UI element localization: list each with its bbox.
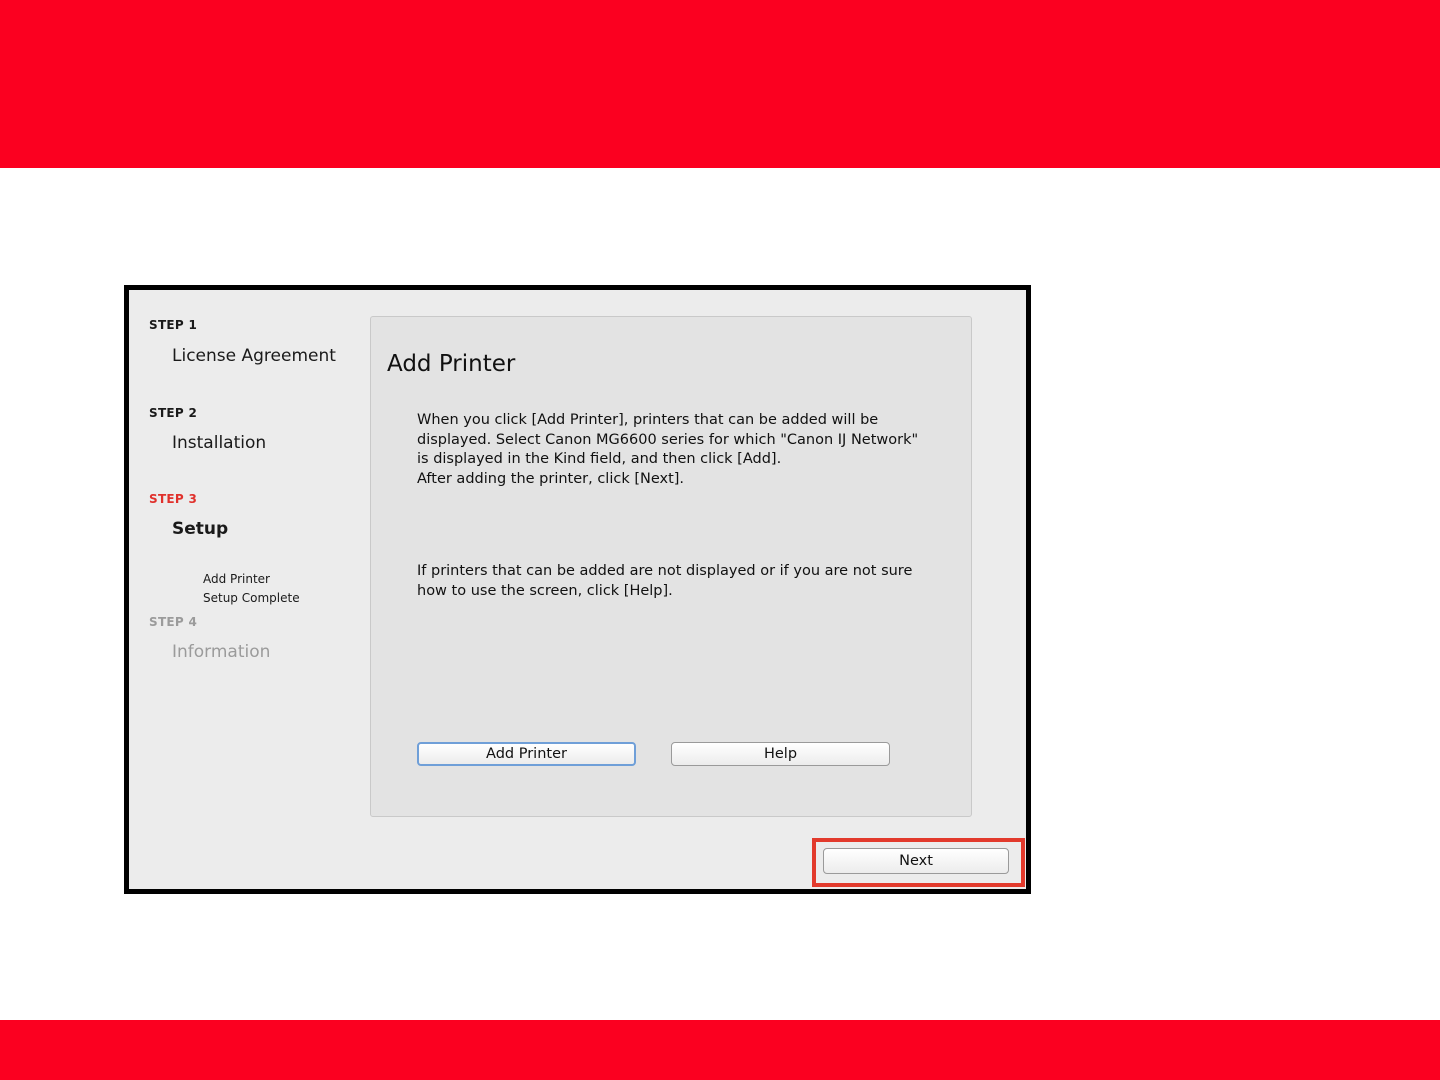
step-2-title: Installation	[172, 433, 267, 453]
step-3-title: Setup	[172, 519, 229, 539]
installer-window: STEP 1 License Agreement STEP 2 Installa…	[124, 285, 1031, 894]
help-paragraph: If printers that can be added are not di…	[417, 562, 937, 601]
next-button[interactable]: Next	[823, 848, 1009, 874]
step-1-label: STEP 1	[149, 318, 198, 332]
content-panel: Add Printer When you click [Add Printer]…	[370, 316, 972, 817]
step-4-title: Information	[172, 642, 271, 662]
panel-title: Add Printer	[387, 351, 516, 377]
substep-setup-complete: Setup Complete	[203, 591, 300, 605]
steps-sidebar: STEP 1 License Agreement STEP 2 Installa…	[129, 290, 369, 889]
instructions-line: When you click [Add Printer], printers t…	[417, 412, 879, 428]
help-line: If printers that can be added are not di…	[417, 563, 913, 579]
step-2-label: STEP 2	[149, 406, 198, 420]
step-1-title: License Agreement	[172, 346, 336, 366]
add-printer-button[interactable]: Add Printer	[417, 742, 636, 766]
top-brand-band	[0, 0, 1440, 168]
instructions-line: is displayed in the Kind field, and then…	[417, 451, 782, 468]
bottom-brand-band	[0, 1020, 1440, 1080]
step-4-label: STEP 4	[149, 615, 198, 629]
substep-add-printer: Add Printer	[203, 572, 270, 586]
instructions-paragraph: When you click [Add Printer], printers t…	[417, 411, 937, 490]
help-button[interactable]: Help	[671, 742, 890, 766]
instructions-line: After adding the printer, click [Next].	[417, 471, 685, 488]
instructions-line: displayed. Select Canon MG6600 series fo…	[417, 431, 919, 448]
help-line: how to use the screen, click [Help].	[417, 582, 673, 599]
step-3-label: STEP 3	[149, 492, 198, 506]
